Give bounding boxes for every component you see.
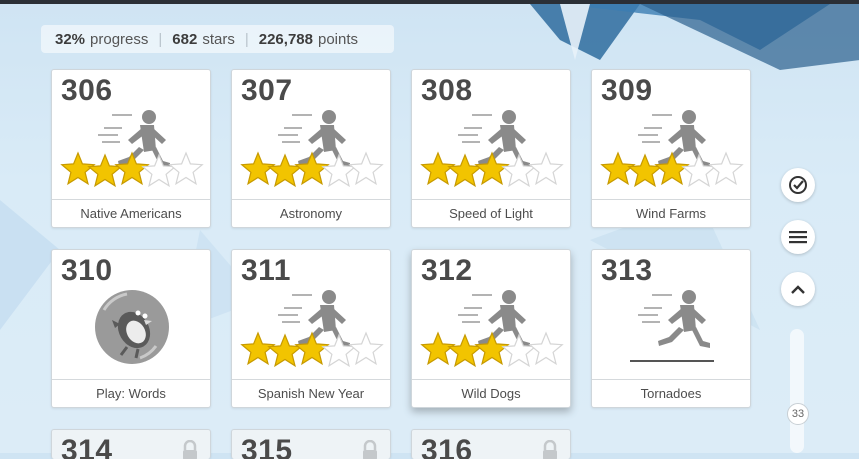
lesson-card[interactable]: 311 Spanish New Year (231, 249, 391, 408)
star-filled-icon (447, 153, 483, 188)
lesson-card-locked[interactable]: 314 (51, 429, 211, 459)
star-filled-icon (627, 153, 663, 188)
star-rating (240, 151, 384, 188)
lesson-card[interactable]: 308 Speed of Light (411, 69, 571, 228)
runner-icon (630, 290, 714, 362)
chevron-up-icon (791, 285, 805, 294)
progress-label: progress (90, 30, 149, 48)
scroll-track[interactable] (790, 329, 804, 453)
star-empty-icon (708, 151, 744, 186)
lock-icon (183, 440, 197, 459)
divider: | (158, 30, 163, 48)
star-filled-icon (294, 151, 330, 186)
star-filled-icon (447, 333, 483, 368)
lesson-title: Tornadoes (592, 379, 750, 407)
star-rating (600, 151, 744, 188)
menu-icon (789, 231, 807, 244)
lesson-card-locked[interactable]: 316 (411, 429, 571, 459)
divider: | (244, 30, 249, 48)
star-empty-icon (681, 153, 717, 188)
lock-icon (543, 440, 557, 459)
star-filled-icon (474, 331, 510, 366)
menu-button[interactable] (781, 220, 815, 254)
star-filled-icon (87, 153, 123, 188)
points-value: 226,788 (258, 30, 313, 48)
lesson-title: Wind Farms (592, 199, 750, 227)
star-empty-icon (501, 333, 537, 368)
lesson-title: Speed of Light (412, 199, 570, 227)
stars-label: stars (202, 30, 235, 48)
lesson-card-locked[interactable]: 315 (231, 429, 391, 459)
star-empty-icon (168, 151, 204, 186)
star-filled-icon (294, 331, 330, 366)
lesson-title: Wild Dogs (412, 379, 570, 407)
star-filled-icon (114, 151, 150, 186)
lesson-number: 316 (421, 434, 473, 459)
star-empty-icon (528, 331, 564, 366)
scroll-up-button[interactable] (781, 272, 815, 306)
star-filled-icon (654, 151, 690, 186)
star-filled-icon (240, 331, 276, 366)
lesson-card[interactable]: 313 Tornadoes (591, 249, 751, 408)
star-empty-icon (321, 333, 357, 368)
star-rating (420, 331, 564, 368)
progress-stats-bar: 32% progress | 682 stars | 226,788 point… (41, 25, 394, 53)
progress-value: 32% (55, 30, 86, 48)
game-bird-icon (95, 290, 169, 364)
lesson-number: 315 (241, 434, 293, 459)
scroll-position-badge[interactable]: 33 (787, 403, 809, 425)
check-progress-button[interactable] (781, 168, 815, 202)
star-empty-icon (528, 151, 564, 186)
star-empty-icon (501, 153, 537, 188)
star-filled-icon (474, 151, 510, 186)
star-filled-icon (420, 331, 456, 366)
star-rating (240, 331, 384, 368)
lesson-card[interactable]: 310 Play: Words (51, 249, 211, 408)
lesson-card[interactable]: 309 Wind Farms (591, 69, 751, 228)
star-empty-icon (348, 331, 384, 366)
lesson-title: Play: Words (52, 379, 210, 407)
star-filled-icon (240, 151, 276, 186)
star-filled-icon (600, 151, 636, 186)
lock-icon (363, 440, 377, 459)
star-empty-icon (321, 153, 357, 188)
lesson-title: Native Americans (52, 199, 210, 227)
star-empty-icon (348, 151, 384, 186)
star-filled-icon (267, 153, 303, 188)
lesson-card[interactable]: 312 Wild Dogs (411, 249, 571, 408)
check-circle-icon (789, 176, 807, 194)
star-filled-icon (60, 151, 96, 186)
lesson-card[interactable]: 306 Native Americans (51, 69, 211, 228)
star-rating (60, 151, 204, 188)
star-empty-icon (141, 153, 177, 188)
star-filled-icon (420, 151, 456, 186)
star-filled-icon (267, 333, 303, 368)
star-rating (420, 151, 564, 188)
stars-value: 682 (172, 30, 198, 48)
lesson-card[interactable]: 307 Astronomy (231, 69, 391, 228)
lesson-title: Spanish New Year (232, 379, 390, 407)
points-label: points (317, 30, 359, 48)
lesson-title: Astronomy (232, 199, 390, 227)
lesson-number: 314 (61, 434, 113, 459)
